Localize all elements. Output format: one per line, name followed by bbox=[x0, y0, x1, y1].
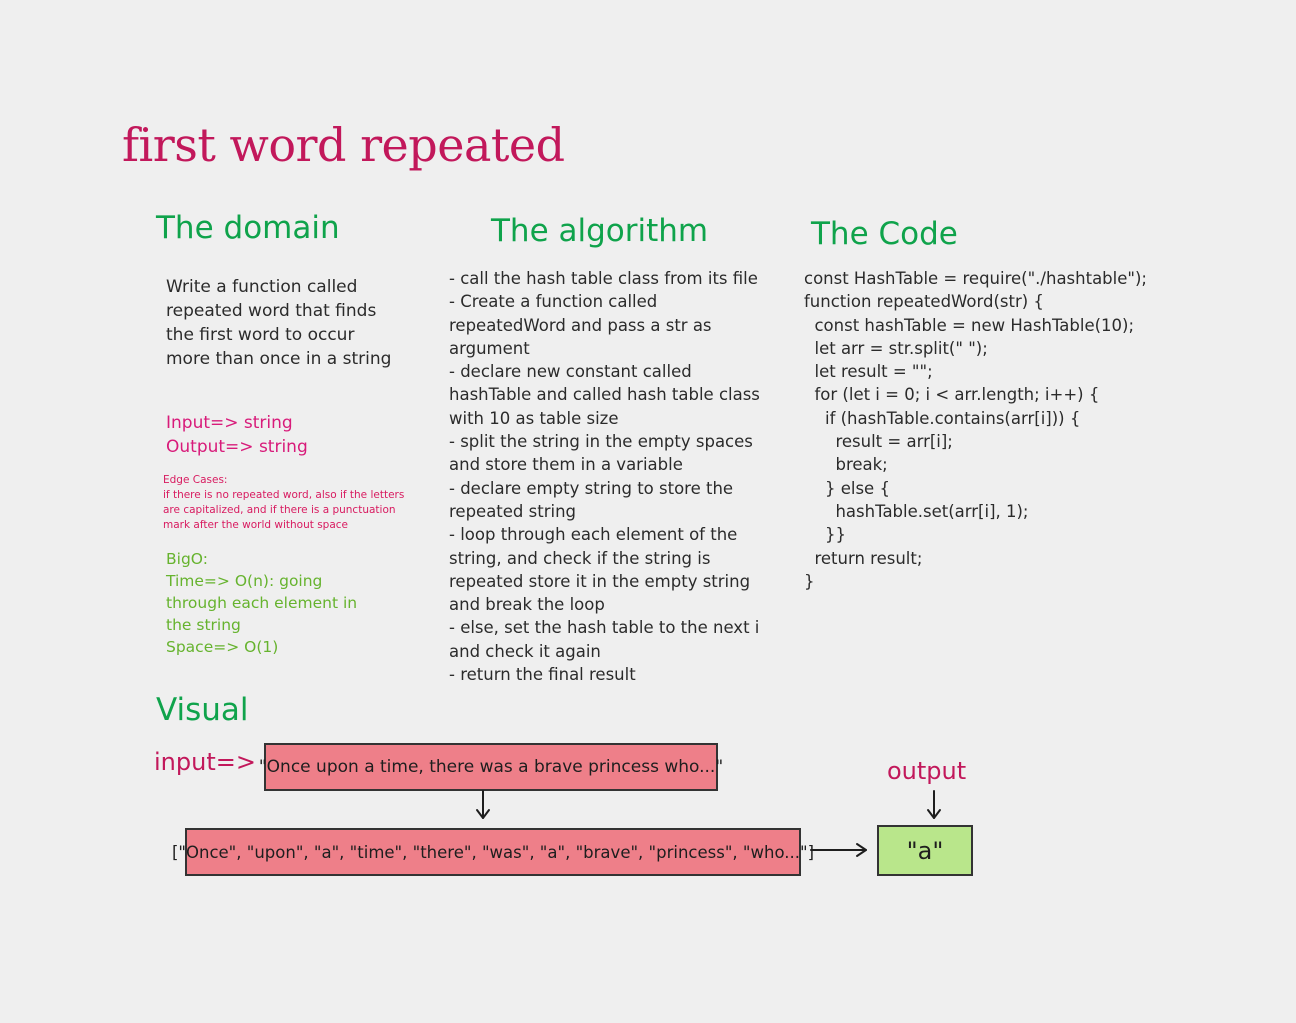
arrows bbox=[476, 790, 941, 857]
arrow-array-to-result bbox=[810, 843, 867, 857]
arrow-output-label-to-result bbox=[927, 790, 941, 819]
arrow-input-to-array bbox=[476, 790, 490, 819]
